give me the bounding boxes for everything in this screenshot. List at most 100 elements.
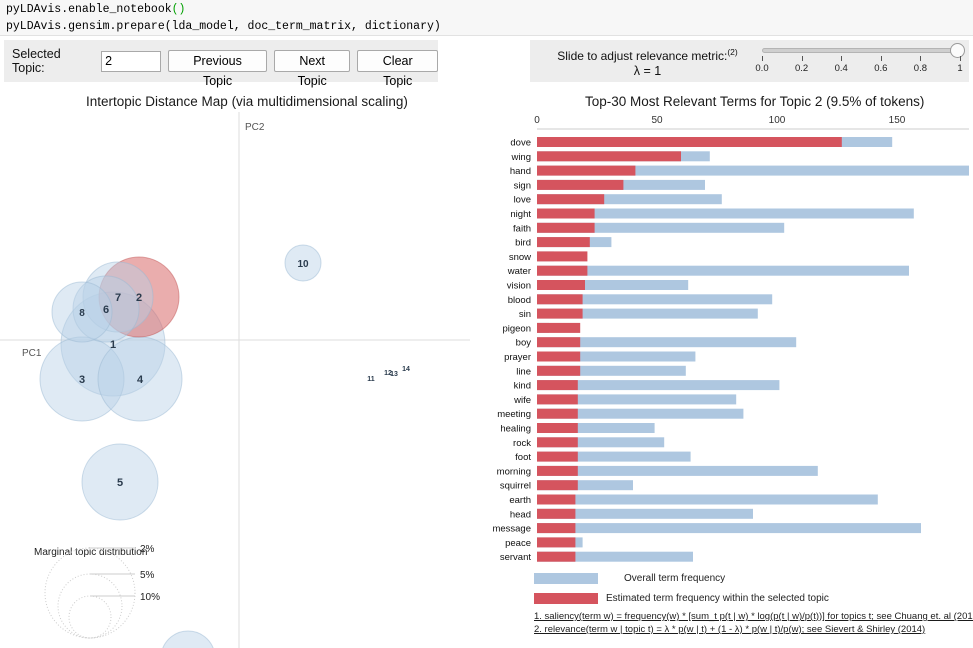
bar-topic-frequency[interactable] xyxy=(537,508,576,519)
bar-topic-frequency[interactable] xyxy=(537,294,583,305)
bar-topic-frequency[interactable] xyxy=(537,551,576,562)
topic-label[interactable]: 11 xyxy=(367,376,375,383)
bar-term-label[interactable]: head xyxy=(510,509,531,520)
bar-term-label[interactable]: boy xyxy=(516,338,532,349)
intertopic-distance-map[interactable]: PC2PC11234567891011121314Marginal topic … xyxy=(0,112,470,648)
bar-term-label[interactable]: healing xyxy=(500,424,531,435)
bar-topic-frequency[interactable] xyxy=(537,137,842,147)
selected-topic-label: Selected Topic: xyxy=(12,47,61,75)
bar-term-label[interactable]: water xyxy=(507,266,531,277)
bar-topic-frequency[interactable] xyxy=(537,423,578,433)
bar-term-label[interactable]: bird xyxy=(515,238,531,249)
bar-topic-frequency[interactable] xyxy=(537,208,595,219)
bar-term-label[interactable]: vision xyxy=(507,281,531,292)
bar-topic-frequency[interactable] xyxy=(537,194,605,205)
legend-swatch-overall xyxy=(534,573,598,584)
bar-term-label[interactable]: morning xyxy=(497,466,531,477)
relevance-slider-ticks: 0.0 0.2 0.4 0.6 0.8 1 xyxy=(755,56,963,80)
bar-term-label[interactable]: wife xyxy=(513,395,531,406)
bar-topic-frequency[interactable] xyxy=(537,222,595,233)
bar-term-label[interactable]: hand xyxy=(510,166,531,177)
bar-term-label[interactable]: love xyxy=(514,195,531,206)
topic-label[interactable]: 2 xyxy=(136,292,142,304)
bar-topic-frequency[interactable] xyxy=(537,265,588,276)
bar-topic-frequency[interactable] xyxy=(537,351,581,362)
bar-topic-frequency[interactable] xyxy=(537,237,590,248)
bar-topic-frequency[interactable] xyxy=(537,480,578,491)
bar-term-label[interactable]: meeting xyxy=(497,409,531,420)
bar-chart-svg: 0 50 100 150 dove wing hand sign love night faith b… xyxy=(492,115,969,563)
bar-term-label[interactable]: kind xyxy=(514,381,531,392)
topic-label[interactable]: 6 xyxy=(103,304,109,316)
bar-topic-frequency[interactable] xyxy=(537,251,588,262)
topic-label[interactable]: 8 xyxy=(79,308,85,319)
relevance-footnote-ref: (2) xyxy=(727,47,738,57)
topic-label[interactable]: 4 xyxy=(137,374,144,386)
bar-topic-frequency[interactable] xyxy=(537,465,578,476)
map-svg: PC2PC11234567891011121314Marginal topic … xyxy=(0,112,470,648)
bar-term-label[interactable]: servant xyxy=(500,552,532,563)
previous-topic-button[interactable]: Previous Topic xyxy=(168,50,267,88)
bar-topic-frequency[interactable] xyxy=(537,537,576,548)
map-yaxis-label: PC2 xyxy=(245,122,265,133)
bar-term-label[interactable]: pigeon xyxy=(502,323,531,334)
bar-topic-frequency[interactable] xyxy=(537,523,576,534)
bar-topic-frequency[interactable] xyxy=(537,151,681,162)
clear-topic-button[interactable]: Clear Topic xyxy=(357,50,438,88)
relevance-slider-label-line: Slide to adjust relevance metric:(2) xyxy=(540,45,755,64)
bar-topic-frequency[interactable] xyxy=(537,451,578,462)
topic-label[interactable]: 5 xyxy=(117,477,123,489)
bar-topic-frequency[interactable] xyxy=(537,322,581,333)
bar-term-label[interactable]: line xyxy=(516,366,531,377)
slider-tick-label: 1 xyxy=(957,63,963,74)
bar-topic-frequency[interactable] xyxy=(537,165,636,176)
topic-label[interactable]: 10 xyxy=(297,259,309,270)
bar-term-label[interactable]: dove xyxy=(510,138,531,149)
topic-label[interactable]: 1 xyxy=(110,339,116,351)
bar-term-label[interactable]: foot xyxy=(515,452,531,463)
bar-term-label[interactable]: squirrel xyxy=(500,481,531,492)
bar-term-label[interactable]: blood xyxy=(508,295,531,306)
bar-topic-frequency[interactable] xyxy=(537,280,585,290)
topic-label[interactable]: 13 xyxy=(390,371,398,378)
bar-term-label[interactable]: rock xyxy=(513,438,531,449)
bar-overall-frequency[interactable] xyxy=(537,494,878,505)
bar-term-label[interactable]: night xyxy=(510,209,531,220)
topic-circle[interactable] xyxy=(161,630,215,648)
bar-topic-frequency[interactable] xyxy=(537,394,578,405)
bar-topic-frequency[interactable] xyxy=(537,380,578,391)
topic-label[interactable]: 3 xyxy=(79,374,85,386)
selected-topic-input[interactable] xyxy=(101,50,162,72)
bar-term-label[interactable]: wing xyxy=(510,152,531,163)
top-terms-bar-chart[interactable]: 0 50 100 150 dove wing hand sign love night faith b… xyxy=(478,112,973,572)
bar-overall-frequency[interactable] xyxy=(537,465,818,476)
map-xaxis-label: PC1 xyxy=(22,348,42,359)
bar-overall-frequency[interactable] xyxy=(537,265,909,276)
bar-term-label[interactable]: message xyxy=(492,524,531,535)
bar-term-label[interactable]: sign xyxy=(514,180,531,191)
bar-topic-frequency[interactable] xyxy=(537,365,581,376)
bar-topic-frequency[interactable] xyxy=(537,179,624,190)
bar-term-label[interactable]: sin xyxy=(519,309,531,320)
bar-term-label[interactable]: earth xyxy=(509,495,531,506)
marginal-legend-circle xyxy=(57,573,123,639)
bar-topic-frequency[interactable] xyxy=(537,308,583,319)
bar-term-label[interactable]: prayer xyxy=(504,352,531,363)
topic-label[interactable]: 7 xyxy=(115,292,121,304)
bar-topic-frequency[interactable] xyxy=(537,494,576,505)
bar-axis-tick-label: 0 xyxy=(534,115,540,126)
relevance-slider-label: Slide to adjust relevance metric: xyxy=(557,49,728,63)
bar-topic-frequency[interactable] xyxy=(537,437,578,448)
code-line-1-call: pyLDAvis.enable_notebook xyxy=(6,3,172,16)
next-topic-button[interactable]: Next Topic xyxy=(273,50,351,88)
marginal-legend-label: 5% xyxy=(140,570,155,581)
bar-chart-legend: Overall term frequency Estimated term fr… xyxy=(534,570,973,607)
bar-topic-frequency[interactable] xyxy=(537,337,581,348)
bar-overall-frequency[interactable] xyxy=(537,523,921,534)
bar-term-label[interactable]: faith xyxy=(513,223,531,234)
bar-topic-frequency[interactable] xyxy=(537,408,578,419)
relevance-slider-track[interactable] xyxy=(762,48,960,53)
bar-term-label[interactable]: peace xyxy=(505,538,531,549)
topic-label[interactable]: 14 xyxy=(402,366,410,373)
bar-term-label[interactable]: snow xyxy=(509,252,531,263)
